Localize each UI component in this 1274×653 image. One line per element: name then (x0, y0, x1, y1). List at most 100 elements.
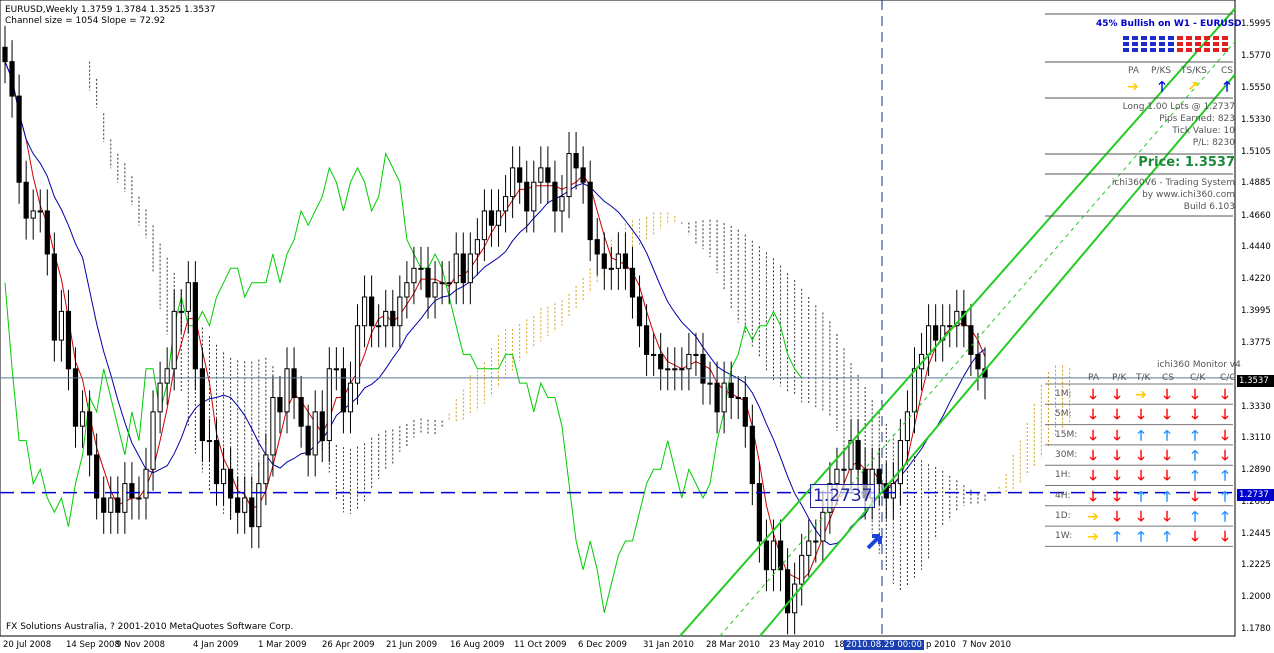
candle-body (488, 210, 495, 226)
bullish-label: 45% Bullish on W1 - EURUSD (1096, 19, 1242, 29)
candle-body (467, 253, 473, 284)
candle-body (228, 468, 234, 499)
price-tick-label: 1.3110 (1241, 433, 1271, 444)
candle-body (115, 497, 121, 513)
candle-body (517, 167, 523, 183)
candle-body (538, 167, 544, 183)
candle-body (834, 468, 840, 485)
monitor-timeframe: 15M: (1055, 429, 1078, 440)
candle-body (369, 296, 375, 327)
candle-body (679, 368, 685, 371)
tsks-header: TS/KS (1181, 66, 1207, 76)
time-tick-label: 11 Oct 2009 (514, 640, 567, 650)
candle-body (933, 325, 939, 341)
arrow-down-icon: 🡓 (1221, 447, 1229, 464)
time-tick-label: 20 Jul 2008 (3, 640, 52, 650)
time-tick-label: p 2010 (926, 640, 956, 650)
time-tick-label: 14 Sep 2008 (66, 640, 120, 650)
candle-body (383, 310, 389, 327)
candle-body (108, 497, 114, 513)
candle-body (735, 397, 741, 399)
chart-header-channel: Channel size = 1054 Slope = 72.92 (5, 16, 166, 26)
candle-body (404, 282, 410, 298)
flag-cell (1177, 42, 1183, 46)
candle-body (446, 282, 452, 285)
pips-text: Pips Earned: 823 (1159, 114, 1235, 124)
flag-cell (1150, 36, 1156, 40)
flag-cell (1204, 42, 1210, 46)
arrow-down-icon: 🡓 (1163, 407, 1171, 424)
candle-body (305, 425, 311, 456)
candle-body (326, 368, 332, 442)
candle-body (312, 411, 318, 456)
flag-cell (1141, 36, 1147, 40)
candle-body (192, 282, 198, 370)
candle-body (636, 296, 643, 327)
candle-body (799, 554, 805, 585)
flag-cell (1159, 42, 1165, 46)
arrow-up-right-icon: ↗ (1187, 79, 1199, 95)
arrow-down-icon: 🡓 (1221, 529, 1229, 546)
candle-body (206, 440, 213, 443)
candle-body (284, 368, 290, 413)
arrow-down-icon: 🡓 (1221, 407, 1229, 424)
candle-body (270, 397, 276, 456)
candle-body (806, 540, 812, 556)
candle-body (531, 181, 537, 212)
candle-body (855, 440, 861, 470)
candle-body (672, 368, 678, 371)
candle-body (199, 368, 206, 442)
flag-cell (1195, 48, 1201, 52)
candle-body (157, 382, 163, 413)
candle-body (686, 353, 692, 370)
time-tick-label: 21 Jun 2009 (386, 640, 438, 650)
candle-body (439, 282, 445, 285)
arrow-down-icon: 🡓 (1137, 447, 1145, 464)
pks-header: P/KS (1151, 66, 1172, 76)
candle-body (58, 310, 65, 341)
arrow-right-icon: ➔ (1087, 529, 1099, 546)
arrow-up-icon: 🡑 (1221, 468, 1229, 485)
price-tick-label: 1.5770 (1241, 51, 1271, 62)
time-tick-label: 9 Nov 2008 (116, 640, 166, 650)
flag-cell (1123, 48, 1129, 52)
flag-cell (1222, 42, 1228, 46)
arrow-down-icon: 🡓 (1113, 407, 1121, 424)
cursor-time-label: 2010.08.29 00:00 (844, 640, 924, 650)
monitor-title: ichi360 Monitor v4 (1157, 360, 1241, 370)
candle-body (524, 181, 530, 212)
price-chart[interactable] (0, 0, 1274, 653)
current-price-box: 1.3537 (1237, 375, 1274, 387)
candle-body (143, 468, 149, 499)
price-tick-label: 1.5995 (1241, 19, 1271, 30)
candle-body (975, 353, 981, 370)
price-tick-label: 1.3775 (1241, 337, 1271, 348)
arrow-down-icon: 🡓 (1089, 387, 1097, 403)
arrow-up-icon: 🡑 (1163, 488, 1171, 505)
candle-body (876, 468, 882, 485)
candle-body (693, 353, 699, 356)
position-text: Long 1.00 Lots @ 1.2737 (1122, 102, 1235, 112)
candle-body (65, 310, 72, 370)
candle-body (298, 397, 304, 427)
candle-body (235, 497, 241, 513)
arrow-down-icon: 🡓 (1163, 468, 1171, 485)
arrow-up-icon: 🡑 (1191, 427, 1199, 444)
candle-body (185, 282, 191, 312)
candle-body (841, 468, 847, 471)
candle-body (37, 210, 43, 213)
arrow-down-icon: 🡓 (1089, 427, 1097, 444)
price-tick-label: 1.2445 (1241, 528, 1271, 539)
arrow-up-icon: 🡑 (1221, 488, 1229, 505)
entry-price-box: 1.2737 (1237, 489, 1274, 501)
arrow-down-icon: 🡓 (1221, 387, 1229, 403)
price-tick-label: 1.2890 (1241, 464, 1271, 475)
candle-body (651, 353, 657, 356)
arrow-up-icon: 🡑 (1113, 529, 1121, 546)
price-tick-label: 1.3995 (1241, 306, 1271, 317)
arrow-up-icon: 🡑 (1137, 488, 1145, 505)
candle-body (425, 267, 431, 298)
time-tick-label: 28 Mar 2010 (706, 640, 760, 650)
candle-body (291, 368, 297, 398)
monitor-timeframe: 30M: (1055, 449, 1078, 460)
